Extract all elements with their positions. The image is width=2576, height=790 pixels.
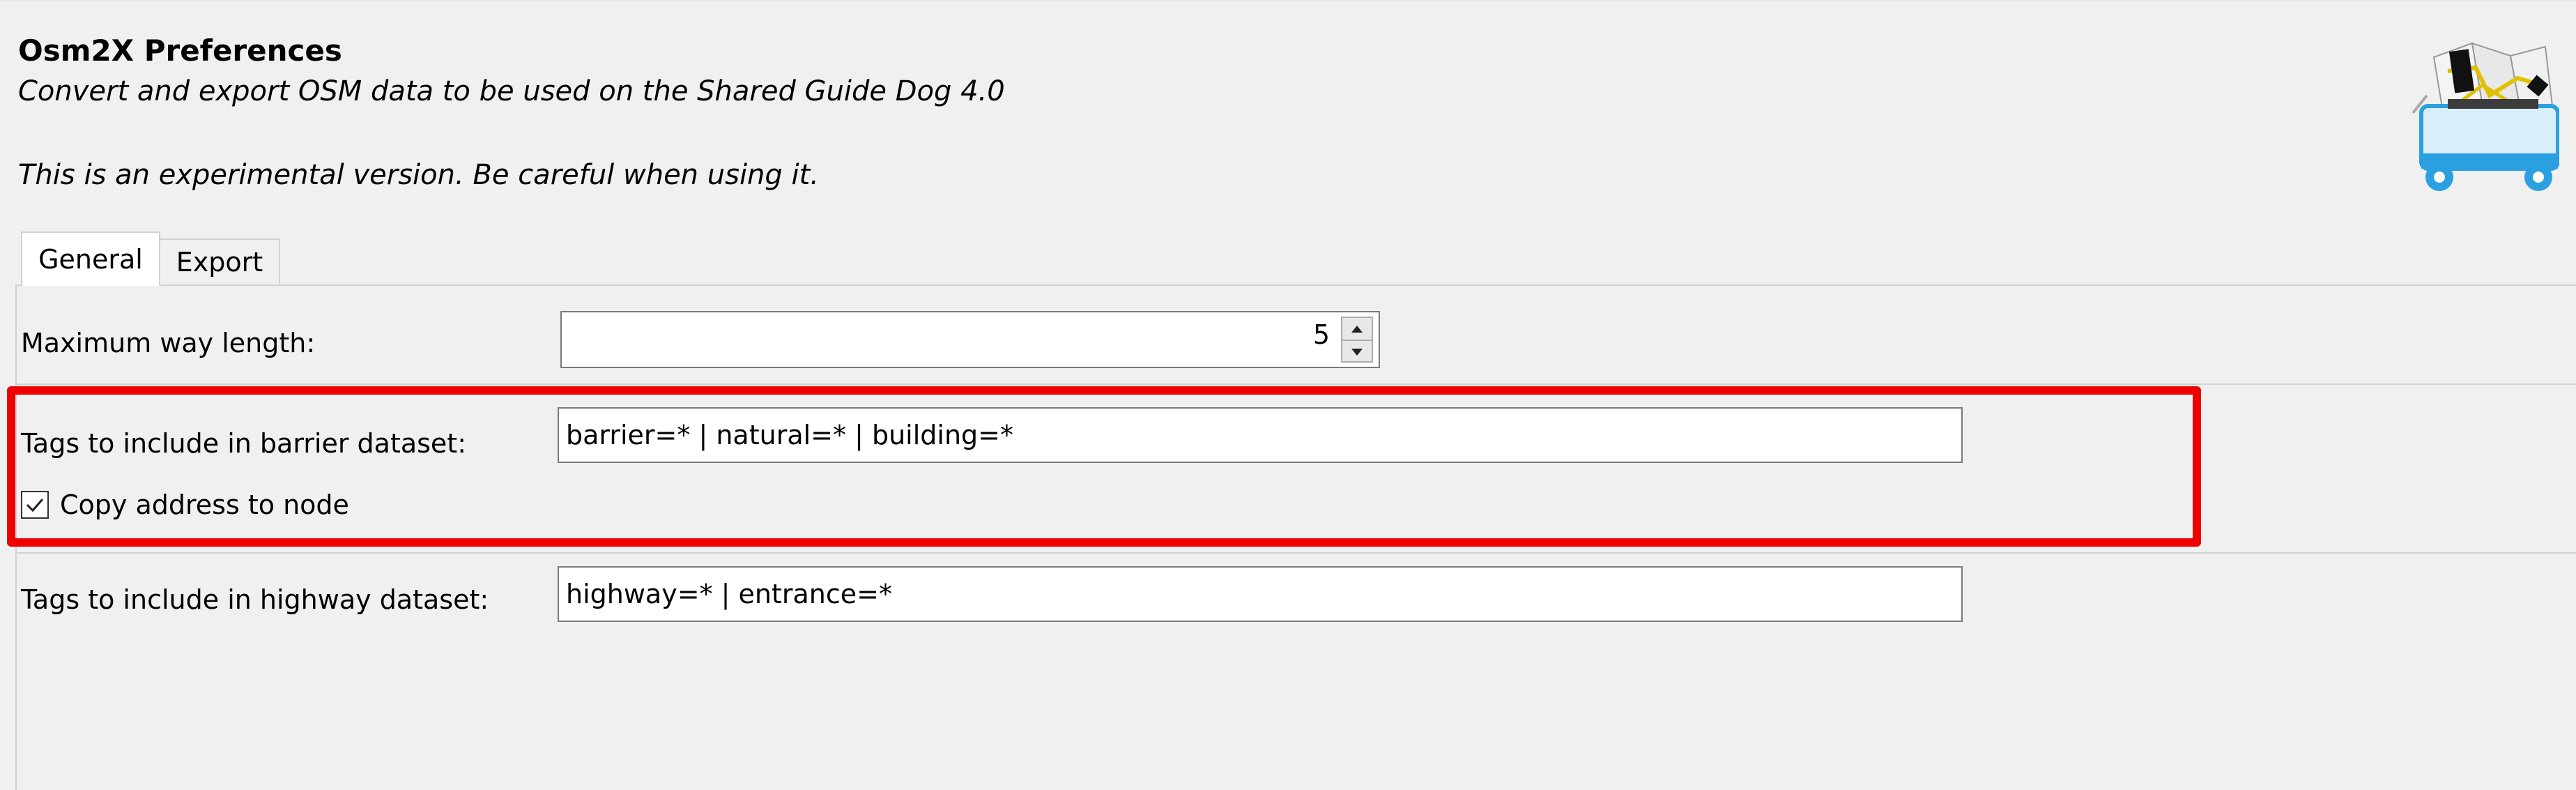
arrow-up-icon (1351, 325, 1363, 333)
checkmark-icon (26, 499, 44, 512)
copy-address-option[interactable]: Copy address to node (21, 489, 349, 520)
barrier-tags-label: Tags to include in barrier dataset: (21, 428, 467, 459)
copy-address-checkbox[interactable] (21, 491, 49, 519)
arrow-down-icon (1351, 348, 1363, 356)
page-title: Osm2X Preferences (18, 33, 342, 68)
tab-export-label: Export (176, 247, 263, 278)
tab-export[interactable]: Export (160, 238, 280, 284)
preferences-window: Osm2X Preferences Convert and export OSM… (0, 0, 2576, 790)
spinner-buttons (1341, 317, 1373, 363)
highway-tags-input[interactable]: highway=* | entrance=* (558, 566, 1963, 622)
copy-address-label: Copy address to node (60, 489, 349, 520)
section-divider (17, 552, 2576, 554)
max-way-length-value: 5 (1312, 319, 1330, 350)
barrier-tags-input[interactable]: barrier=* | natural=* | building=* (558, 407, 1963, 463)
spin-down-button[interactable] (1342, 340, 1372, 363)
max-way-length-spinner[interactable]: 5 (560, 311, 1380, 368)
cart-map-icon (2412, 42, 2559, 191)
tab-general[interactable]: General (21, 231, 160, 286)
page-subtitle: Convert and export OSM data to be used o… (18, 75, 1005, 107)
spin-up-button[interactable] (1342, 318, 1372, 340)
highway-tags-label: Tags to include in highway dataset: (21, 584, 489, 615)
max-way-length-label: Maximum way length: (21, 328, 316, 358)
experimental-note: This is an experimental version. Be care… (18, 159, 820, 191)
section-divider (17, 383, 2576, 385)
tab-general-label: General (38, 244, 143, 275)
